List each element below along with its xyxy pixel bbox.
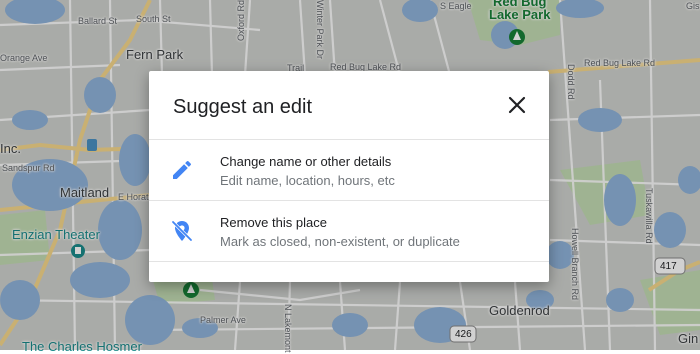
close-icon xyxy=(508,96,526,114)
suggest-edit-dialog: Suggest an edit Change name or other det… xyxy=(149,71,549,282)
remove-place-icon xyxy=(170,219,194,243)
pencil-icon xyxy=(170,158,194,182)
change-details-option[interactable]: Change name or other details Edit name, … xyxy=(149,140,549,201)
option-title: Remove this place xyxy=(220,215,327,230)
dialog-header: Suggest an edit xyxy=(149,71,549,140)
option-title: Change name or other details xyxy=(220,154,392,169)
close-button[interactable] xyxy=(507,95,527,115)
option-subtitle: Edit name, location, hours, etc xyxy=(220,173,395,188)
option-subtitle: Mark as closed, non-existent, or duplica… xyxy=(220,234,460,249)
dialog-title: Suggest an edit xyxy=(173,96,312,118)
remove-place-option[interactable]: Remove this place Mark as closed, non-ex… xyxy=(149,201,549,262)
